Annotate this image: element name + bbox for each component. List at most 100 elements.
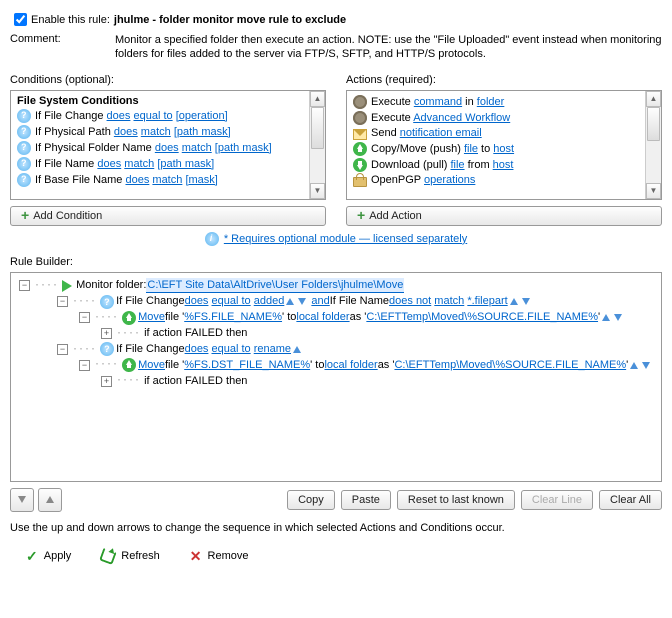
action-item[interactable]: Execute Advanced Workflow bbox=[347, 110, 661, 126]
action-item[interactable]: Send notification email bbox=[347, 126, 661, 141]
tree-row[interactable]: + ···· if action FAILED then bbox=[15, 374, 657, 389]
arrow-up-icon[interactable] bbox=[630, 362, 638, 369]
condition-item[interactable]: If File Change does equal to [operation] bbox=[11, 108, 325, 124]
arrow-down-icon[interactable] bbox=[298, 298, 306, 305]
arrow-up-icon[interactable] bbox=[602, 314, 610, 321]
licensed-link[interactable]: * Requires optional module — licensed se… bbox=[224, 233, 467, 245]
action-item[interactable]: OpenPGP operations bbox=[347, 173, 661, 188]
arrow-up-icon[interactable] bbox=[293, 346, 301, 353]
link[interactable]: rename bbox=[254, 342, 291, 357]
tree-expand-icon[interactable]: + bbox=[101, 328, 112, 339]
action-item[interactable]: Copy/Move (push) file to host bbox=[347, 141, 661, 157]
scrollbar[interactable]: ▲ ▼ bbox=[645, 91, 661, 199]
link[interactable]: match bbox=[141, 126, 171, 138]
link[interactable]: %FS.DST_FILE_NAME% bbox=[184, 358, 310, 373]
link[interactable]: does bbox=[97, 158, 121, 170]
link[interactable]: equal to bbox=[212, 342, 251, 357]
scroll-track[interactable] bbox=[646, 107, 661, 183]
link[interactable]: equal to bbox=[133, 110, 172, 122]
refresh-action[interactable]: Refresh bbox=[101, 549, 160, 563]
link[interactable]: [path mask] bbox=[174, 126, 231, 138]
scroll-up-icon[interactable]: ▲ bbox=[310, 91, 325, 107]
link[interactable]: does bbox=[155, 142, 179, 154]
link[interactable]: does bbox=[114, 126, 138, 138]
link[interactable]: operations bbox=[424, 174, 475, 186]
tree-collapse-icon[interactable]: − bbox=[19, 280, 30, 291]
arrow-down-icon[interactable] bbox=[522, 298, 530, 305]
tree-row[interactable]: − ···· If File Change does equal to adde… bbox=[15, 294, 657, 309]
arrow-down-icon[interactable] bbox=[642, 362, 650, 369]
link[interactable]: equal to bbox=[212, 294, 251, 309]
tree-row[interactable]: + ···· if action FAILED then bbox=[15, 326, 657, 341]
link[interactable]: does bbox=[107, 110, 131, 122]
condition-item[interactable]: If File Name does match [path mask] bbox=[11, 156, 325, 172]
link[interactable]: match bbox=[182, 142, 212, 154]
move-down-button[interactable] bbox=[10, 488, 34, 512]
link[interactable]: Move bbox=[138, 310, 165, 325]
reset-button[interactable]: Reset to last known bbox=[397, 490, 515, 510]
action-item[interactable]: Download (pull) file from host bbox=[347, 157, 661, 173]
link[interactable]: C:\EFTTemp\Moved\%SOURCE.FILE_NAME% bbox=[366, 310, 598, 325]
link[interactable]: *.filepart bbox=[467, 294, 507, 309]
actions-listbox[interactable]: Execute command in folder Execute Advanc… bbox=[346, 90, 662, 200]
link[interactable]: match bbox=[124, 158, 154, 170]
tree-row[interactable]: − ···· Monitor folder: C:\EFT Site Data\… bbox=[15, 278, 657, 294]
link[interactable]: notification email bbox=[400, 127, 482, 139]
link[interactable]: [operation] bbox=[176, 110, 228, 122]
arrow-up-icon[interactable] bbox=[286, 298, 294, 305]
rule-builder-box[interactable]: − ···· Monitor folder: C:\EFT Site Data\… bbox=[10, 272, 662, 482]
tree-collapse-icon[interactable]: − bbox=[57, 344, 68, 355]
apply-action[interactable]: ✓ Apply bbox=[26, 548, 71, 565]
condition-item[interactable]: If Physical Path does match [path mask] bbox=[11, 124, 325, 140]
copy-button[interactable]: Copy bbox=[287, 490, 335, 510]
link[interactable]: [mask] bbox=[185, 174, 217, 186]
link[interactable]: does bbox=[185, 342, 209, 357]
link[interactable]: file bbox=[450, 159, 464, 171]
arrow-down-icon[interactable] bbox=[614, 314, 622, 321]
link[interactable]: host bbox=[493, 159, 514, 171]
action-item[interactable]: Execute command in folder bbox=[347, 94, 661, 110]
tree-row[interactable]: − ···· Move file ' %FS.FILE_NAME% ' to l… bbox=[15, 310, 657, 325]
tree-row[interactable]: − ···· If File Change does equal to rena… bbox=[15, 342, 657, 357]
scroll-down-icon[interactable]: ▼ bbox=[646, 183, 661, 199]
link[interactable]: added bbox=[254, 294, 285, 309]
monitor-folder-link[interactable]: C:\EFT Site Data\AltDrive\User Folders\j… bbox=[146, 278, 404, 294]
link[interactable]: does bbox=[185, 294, 209, 309]
condition-item[interactable]: If Base File Name does match [mask] bbox=[11, 172, 325, 188]
add-action-button[interactable]: +Add Action bbox=[346, 206, 662, 226]
link[interactable]: does bbox=[125, 174, 149, 186]
scroll-thumb[interactable] bbox=[647, 107, 660, 141]
add-condition-button[interactable]: +Add Condition bbox=[10, 206, 326, 226]
link[interactable]: Advanced Workflow bbox=[413, 112, 510, 124]
link[interactable]: match bbox=[152, 174, 182, 186]
move-up-button[interactable] bbox=[38, 488, 62, 512]
enable-rule-checkbox[interactable] bbox=[14, 13, 27, 26]
scroll-thumb[interactable] bbox=[311, 107, 324, 149]
link[interactable]: C:\EFTTemp\Moved\%SOURCE.FILE_NAME% bbox=[394, 358, 626, 373]
link[interactable]: file bbox=[464, 143, 478, 155]
clear-line-button[interactable]: Clear Line bbox=[521, 490, 593, 510]
tree-expand-icon[interactable]: + bbox=[101, 376, 112, 387]
link[interactable]: %FS.FILE_NAME% bbox=[184, 310, 282, 325]
tree-row[interactable]: − ···· Move file ' %FS.DST_FILE_NAME% ' … bbox=[15, 358, 657, 373]
link[interactable]: [path mask] bbox=[215, 142, 272, 154]
conditions-listbox[interactable]: File System Conditions If File Change do… bbox=[10, 90, 326, 200]
tree-collapse-icon[interactable]: − bbox=[79, 312, 90, 323]
link[interactable]: folder bbox=[477, 96, 505, 108]
condition-item[interactable]: If Physical Folder Name does match [path… bbox=[11, 140, 325, 156]
link[interactable]: does not bbox=[389, 294, 431, 309]
clear-all-button[interactable]: Clear All bbox=[599, 490, 662, 510]
tree-collapse-icon[interactable]: − bbox=[57, 296, 68, 307]
link[interactable]: local folder bbox=[324, 358, 377, 373]
link[interactable]: host bbox=[493, 143, 514, 155]
scroll-down-icon[interactable]: ▼ bbox=[310, 183, 325, 199]
link[interactable]: [path mask] bbox=[157, 158, 214, 170]
remove-action[interactable]: ✕ Remove bbox=[190, 548, 249, 565]
scroll-track[interactable] bbox=[310, 107, 325, 183]
arrow-up-icon[interactable] bbox=[510, 298, 518, 305]
scroll-up-icon[interactable]: ▲ bbox=[646, 91, 661, 107]
link[interactable]: Move bbox=[138, 358, 165, 373]
tree-collapse-icon[interactable]: − bbox=[79, 360, 90, 371]
link[interactable]: local folder bbox=[296, 310, 349, 325]
link[interactable]: command bbox=[414, 96, 462, 108]
